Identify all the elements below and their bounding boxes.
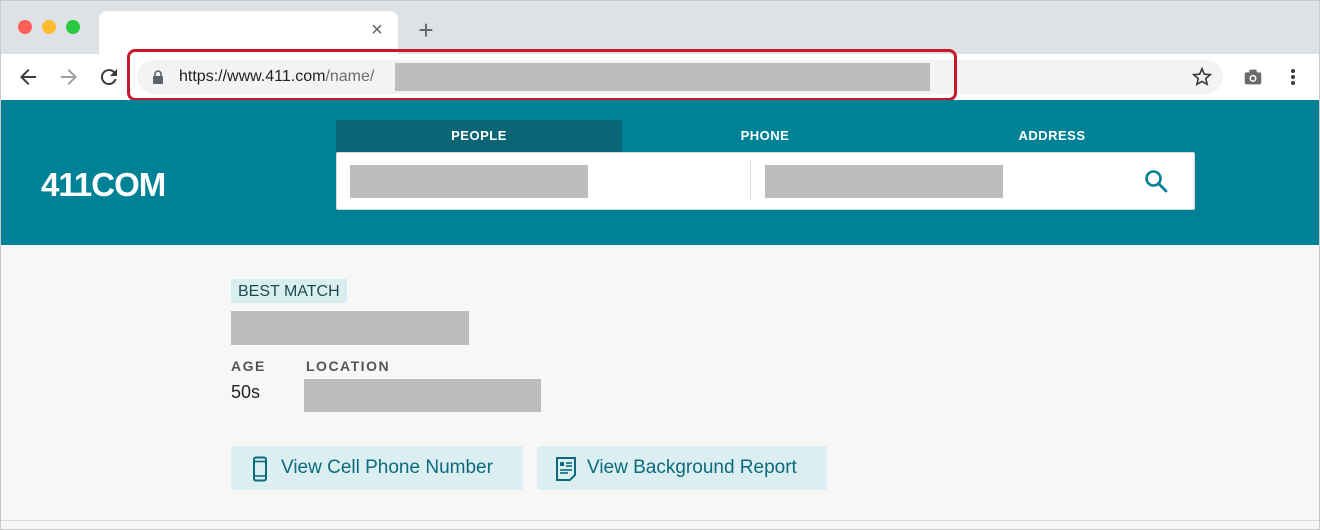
age-label: AGE <box>231 358 266 374</box>
back-arrow-icon[interactable] <box>16 65 40 89</box>
browser-tab[interactable]: × <box>99 11 398 54</box>
location-label: LOCATION <box>306 358 391 374</box>
url-highlight-box <box>127 49 957 101</box>
reload-icon[interactable] <box>97 65 121 89</box>
browser-window: × + https://www.411.com/name/ 411COM PEO… <box>0 0 1320 530</box>
people-search-form <box>336 152 1195 210</box>
camera-icon[interactable] <box>1242 66 1264 88</box>
tab-strip: × + <box>1 1 1319 54</box>
search-icon[interactable] <box>1143 168 1169 194</box>
tab-address[interactable]: ADDRESS <box>909 120 1195 152</box>
view-cell-phone-button[interactable]: View Cell Phone Number <box>231 446 523 490</box>
mobile-phone-icon <box>249 455 271 482</box>
location-value <box>304 379 541 412</box>
site-header: 411COM PEOPLE PHONE ADDRESS <box>1 100 1319 245</box>
location-input[interactable] <box>765 165 1003 198</box>
star-icon[interactable] <box>1191 66 1213 88</box>
tab-close-icon[interactable]: × <box>368 20 386 40</box>
close-window-button[interactable] <box>18 20 32 34</box>
view-cell-phone-label: View Cell Phone Number <box>281 457 493 478</box>
best-match-badge: BEST MATCH <box>231 279 347 303</box>
new-tab-button[interactable]: + <box>415 17 437 43</box>
minimize-window-button[interactable] <box>42 20 56 34</box>
view-background-report-label: View Background Report <box>587 457 797 478</box>
view-background-report-button[interactable]: View Background Report <box>537 446 827 490</box>
report-icon <box>555 455 577 481</box>
tab-phone[interactable]: PHONE <box>622 120 908 152</box>
name-input[interactable] <box>350 165 588 198</box>
result-card: BEST MATCH AGE LOCATION 50s View Cell Ph… <box>1 245 1319 529</box>
age-value: 50s <box>231 382 261 402</box>
person-name[interactable] <box>231 311 469 345</box>
content-divider <box>1 520 1319 521</box>
tab-people[interactable]: PEOPLE <box>336 120 622 152</box>
maximize-window-button[interactable] <box>66 20 80 34</box>
kebab-menu-icon[interactable] <box>1282 66 1304 88</box>
search-divider <box>750 161 751 201</box>
site-logo[interactable]: 411COM <box>41 166 166 204</box>
forward-arrow-icon[interactable] <box>57 65 81 89</box>
